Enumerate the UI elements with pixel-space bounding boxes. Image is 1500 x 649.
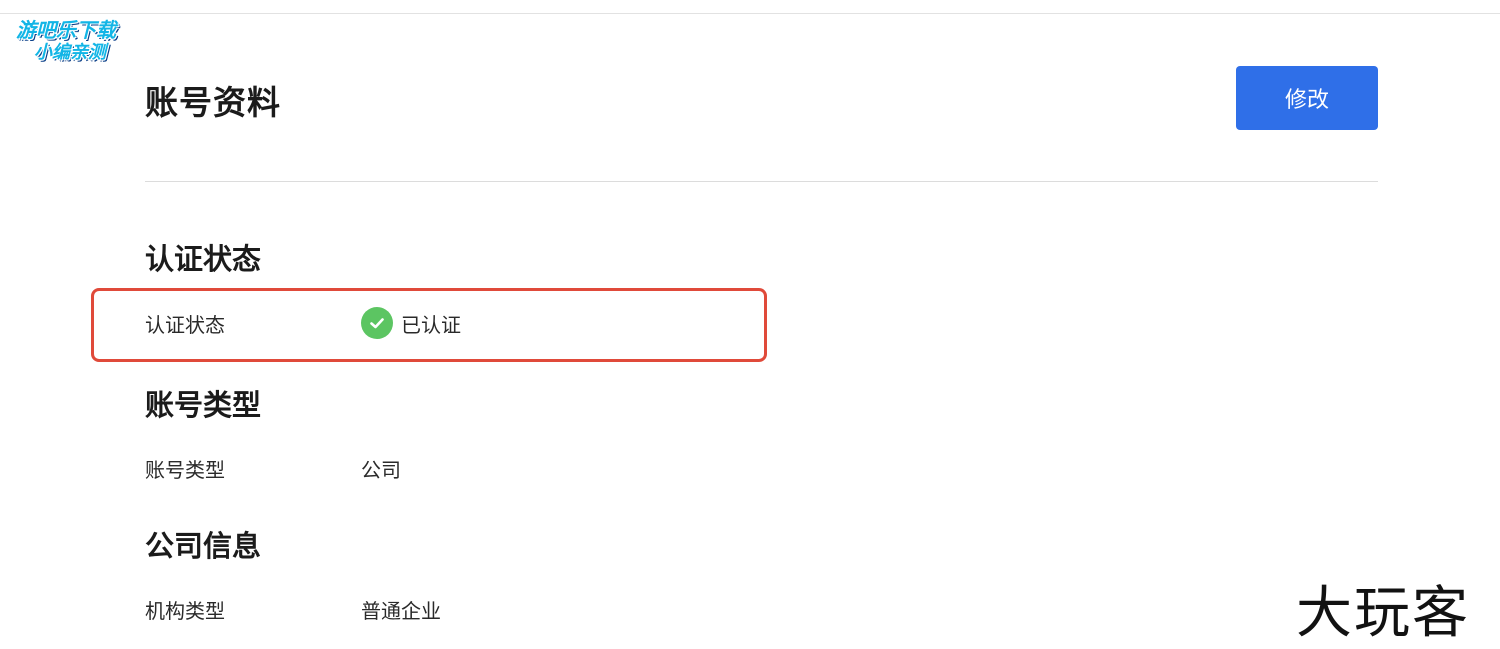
edit-button[interactable]: 修改 xyxy=(1236,66,1378,130)
verification-status-value: 已认证 xyxy=(361,307,461,339)
organization-type-value: 普通企业 xyxy=(361,595,441,624)
watermark-logo-bottom: 大玩客 xyxy=(1296,581,1470,646)
header-divider xyxy=(145,181,1378,182)
organization-type-label: 机构类型 xyxy=(145,599,225,623)
verification-status-text: 已认证 xyxy=(401,312,461,337)
account-type-label: 账号类型 xyxy=(145,458,225,482)
organization-type-text: 普通企业 xyxy=(361,599,441,623)
top-rule xyxy=(0,13,1500,14)
verification-status-label: 认证状态 xyxy=(145,313,225,337)
section-title-account-type: 账号类型 xyxy=(145,388,262,422)
page-title: 账号资料 xyxy=(145,83,281,122)
check-circle-icon xyxy=(361,307,393,339)
watermark-logo-top: 游吧乐下载 小编亲测 xyxy=(8,10,148,66)
account-type-text: 公司 xyxy=(361,458,401,482)
section-title-verification: 认证状态 xyxy=(145,242,262,276)
watermark-text-line2: 小编亲测 xyxy=(34,42,106,63)
section-title-company-info: 公司信息 xyxy=(145,529,262,563)
account-type-value: 公司 xyxy=(361,454,401,483)
